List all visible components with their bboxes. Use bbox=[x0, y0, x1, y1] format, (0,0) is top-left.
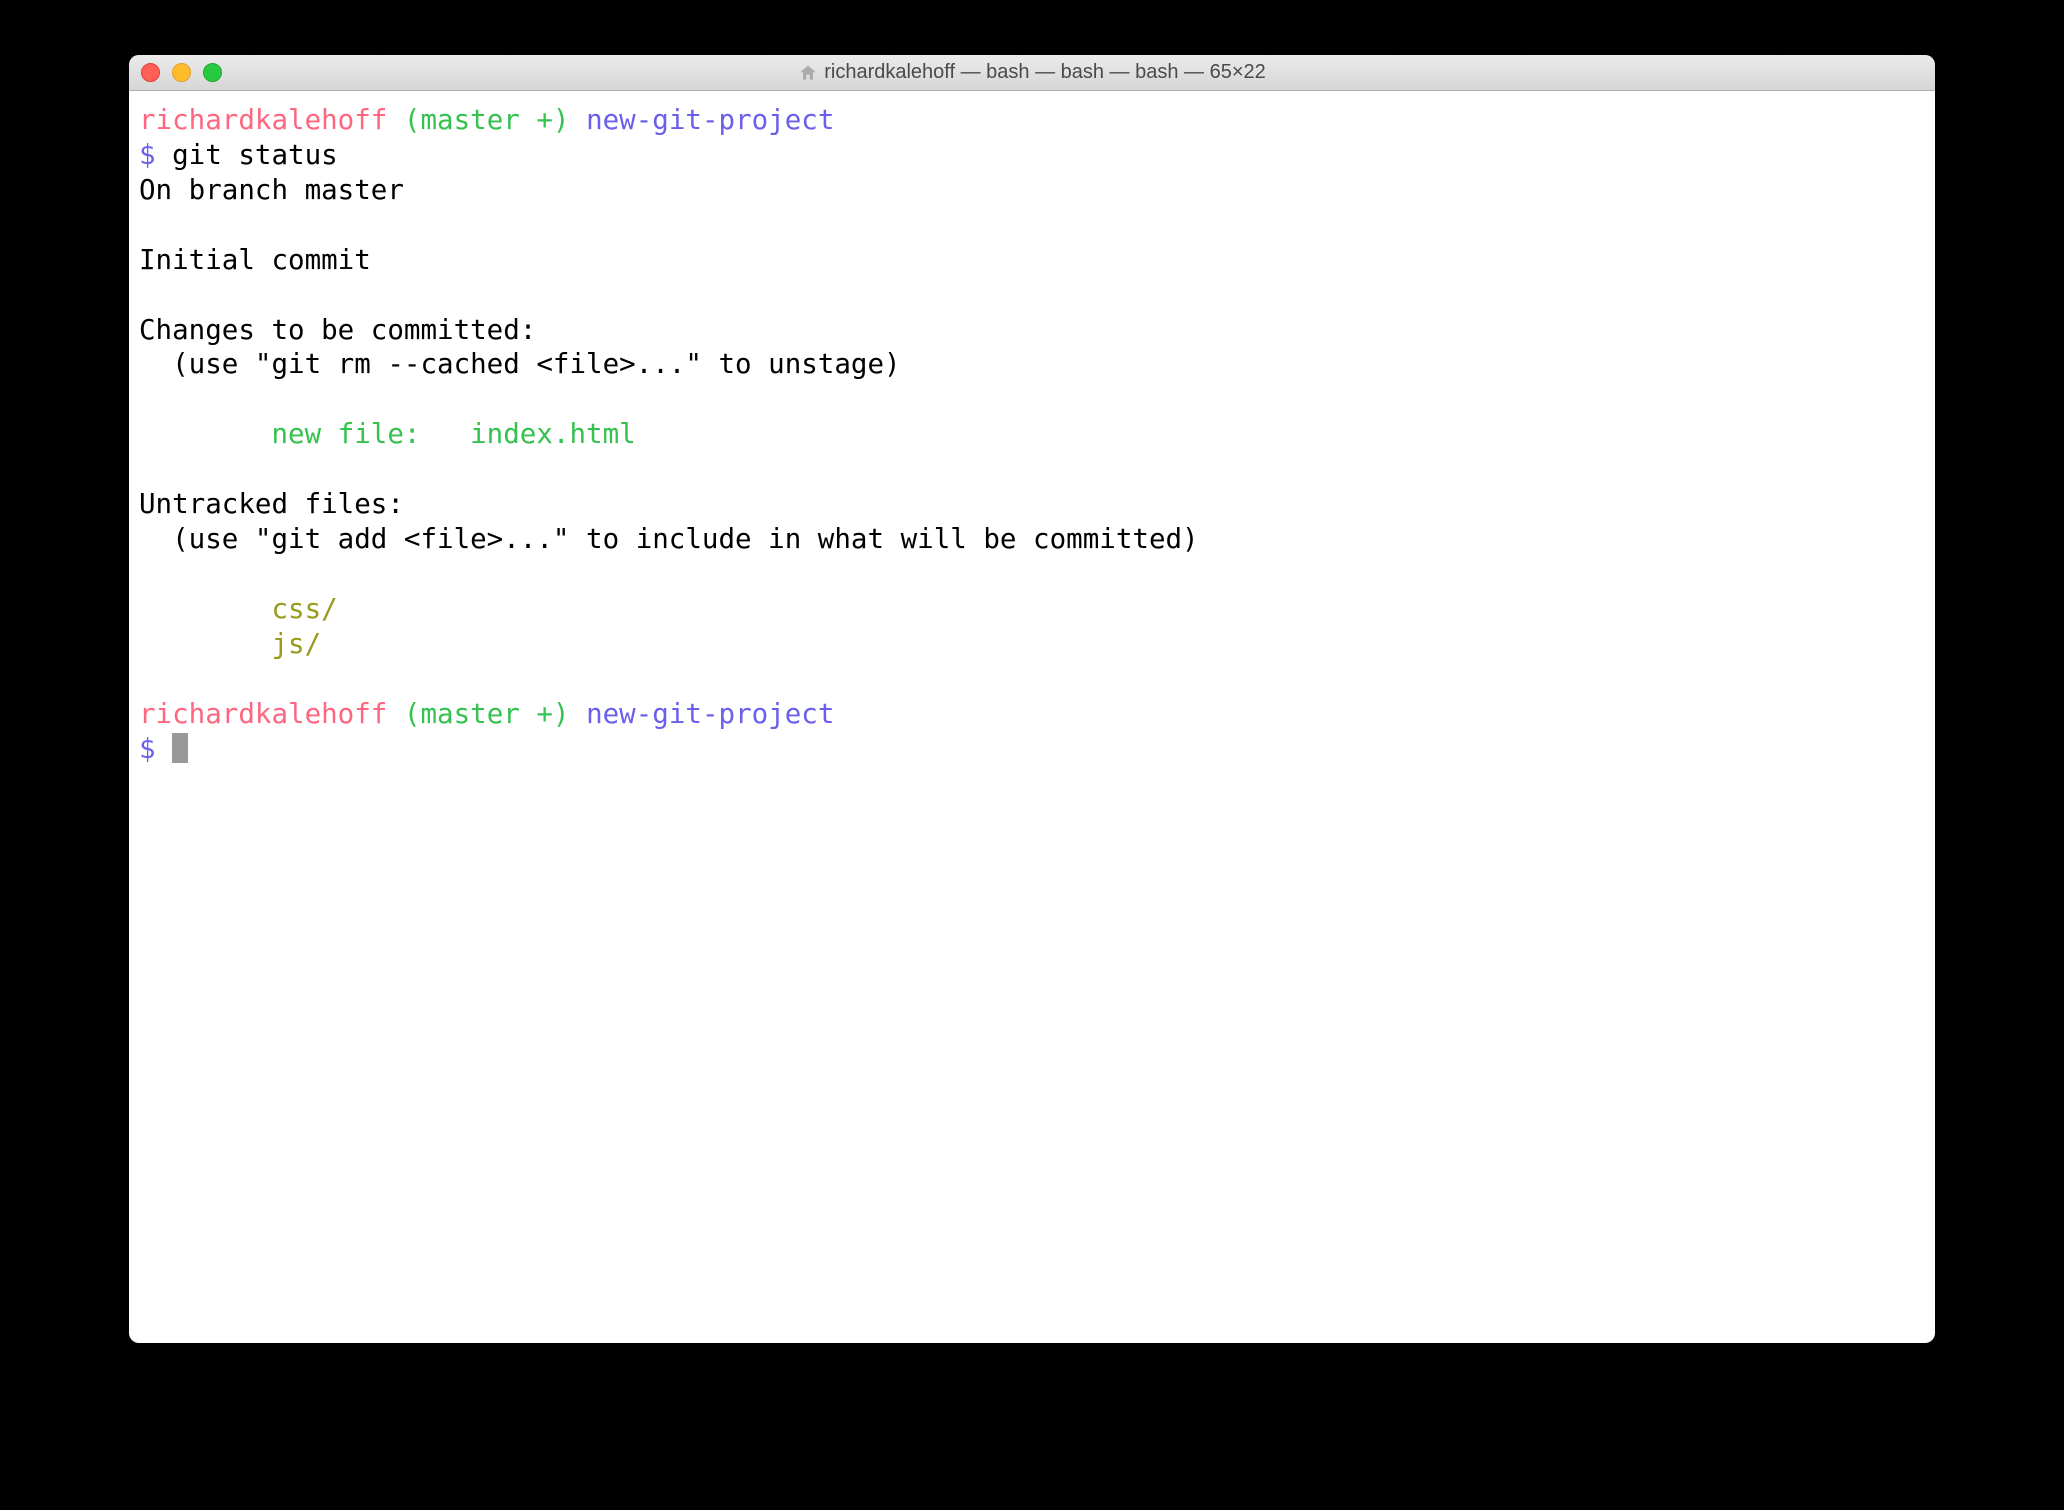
window-title: richardkalehoff — bash — bash — bash — 6… bbox=[824, 61, 1266, 84]
cursor bbox=[172, 733, 188, 763]
output-line: Untracked files: bbox=[139, 488, 404, 520]
output-line: (use "git add <file>..." to include in w… bbox=[139, 523, 1199, 555]
prompt-user: richardkalehoff bbox=[139, 698, 387, 730]
output-line: On branch master bbox=[139, 174, 404, 206]
prompt-branch: (master +) bbox=[404, 104, 570, 136]
untracked-file: css/ bbox=[139, 593, 338, 625]
prompt-directory: new-git-project bbox=[586, 104, 834, 136]
prompt-directory: new-git-project bbox=[586, 698, 834, 730]
minimize-button[interactable] bbox=[172, 63, 191, 82]
output-line: (use "git rm --cached <file>..." to unst… bbox=[139, 348, 901, 380]
prompt-branch: (master +) bbox=[404, 698, 570, 730]
zoom-button[interactable] bbox=[203, 63, 222, 82]
command-text: git status bbox=[172, 139, 338, 171]
title-wrap: richardkalehoff — bash — bash — bash — 6… bbox=[129, 61, 1935, 84]
terminal-window: richardkalehoff — bash — bash — bash — 6… bbox=[129, 55, 1935, 1343]
output-line: Changes to be committed: bbox=[139, 314, 536, 346]
prompt-user: richardkalehoff bbox=[139, 104, 387, 136]
terminal-output[interactable]: richardkalehoff (master +) new-git-proje… bbox=[129, 91, 1935, 1343]
staged-file: new file: index.html bbox=[139, 418, 636, 450]
output-line: Initial commit bbox=[139, 244, 371, 276]
traffic-lights bbox=[141, 63, 222, 82]
untracked-file: js/ bbox=[139, 628, 321, 660]
close-button[interactable] bbox=[141, 63, 160, 82]
prompt-symbol: $ bbox=[139, 733, 156, 765]
prompt-symbol: $ bbox=[139, 139, 156, 171]
home-icon bbox=[798, 63, 818, 83]
window-titlebar[interactable]: richardkalehoff — bash — bash — bash — 6… bbox=[129, 55, 1935, 91]
